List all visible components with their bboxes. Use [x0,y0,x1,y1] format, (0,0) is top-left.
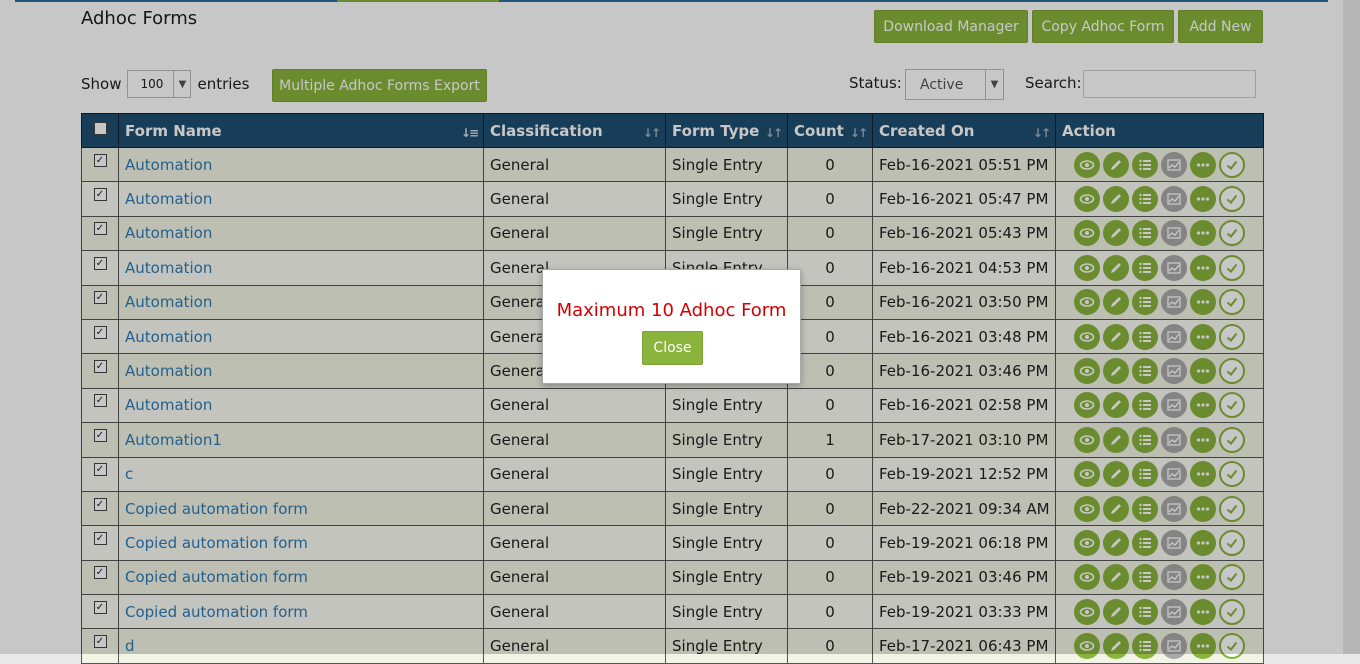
alert-message: Maximum 10 Adhoc Form [556,300,787,321]
close-button[interactable]: Close [642,331,703,365]
alert-dialog: Maximum 10 Adhoc Form Close [542,269,801,384]
page: Adhoc Forms Download Manager Copy Adhoc … [0,0,1360,664]
